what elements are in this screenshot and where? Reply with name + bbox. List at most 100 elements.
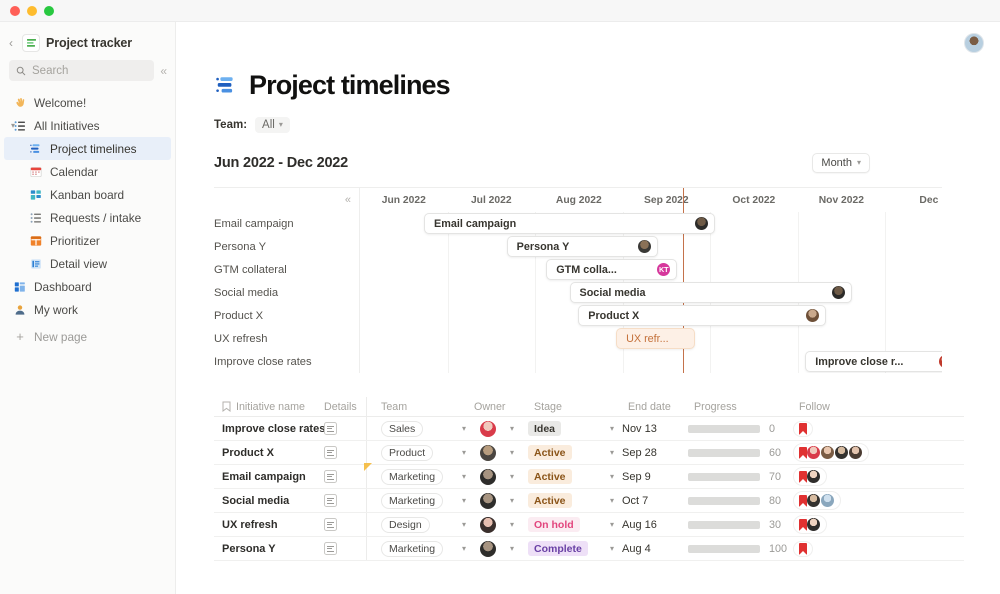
follow-group[interactable] (793, 443, 869, 462)
gantt-bar-avatar[interactable] (938, 354, 942, 369)
team-dropdown-caret[interactable]: ▾ (454, 520, 474, 529)
bookmark-icon[interactable] (799, 446, 807, 459)
owner-avatar[interactable] (480, 444, 496, 461)
collapse-gantt-labels-button[interactable]: « (345, 194, 351, 206)
column-header-team[interactable]: Team (366, 397, 454, 416)
bookmark-icon[interactable] (799, 422, 807, 435)
owner-avatar[interactable] (480, 420, 496, 437)
gantt-bar-avatar[interactable] (804, 308, 820, 323)
cell-owner[interactable] (474, 492, 502, 509)
gantt-bar[interactable]: Product X (578, 305, 826, 326)
owner-dropdown-caret[interactable]: ▾ (502, 544, 522, 553)
follow-group[interactable] (793, 420, 813, 437)
cell-initiative-name[interactable]: Persona Y (214, 543, 324, 555)
sidebar-item-detail-view[interactable]: Detail view (4, 252, 171, 275)
cell-follow[interactable] (793, 491, 883, 510)
gantt-bar-avatar[interactable]: KT (656, 262, 672, 277)
sidebar-item-new-page[interactable]: + New page (4, 325, 171, 348)
stage-dropdown-caret[interactable]: ▾ (602, 472, 622, 481)
stage-dropdown-caret[interactable]: ▾ (602, 448, 622, 457)
details-icon[interactable] (324, 494, 337, 507)
team-filter-select[interactable]: All ▾ (255, 117, 290, 133)
team-dropdown-caret[interactable]: ▾ (454, 496, 474, 505)
stage-dropdown-caret[interactable]: ▾ (602, 520, 622, 529)
workspace-header[interactable]: ‹ Project tracker (0, 28, 175, 60)
table-row[interactable]: UX refresh Design ▾ ▾ On hold ▾ Aug 16 30 (214, 513, 964, 537)
gantt-bar-avatar[interactable] (694, 216, 710, 231)
cell-details[interactable] (324, 470, 366, 483)
sidebar-item-requests-intake[interactable]: Requests / intake (4, 206, 171, 229)
follower-avatar[interactable] (806, 493, 821, 508)
table-row[interactable]: Product X Product ▾ ▾ Active ▾ Sep 28 60 (214, 441, 964, 465)
cell-owner[interactable] (474, 516, 502, 533)
column-header-progress[interactable]: Progress (694, 401, 799, 413)
cell-follow[interactable] (793, 515, 883, 534)
details-icon[interactable] (324, 542, 337, 555)
back-chevron-icon[interactable]: ‹ (6, 36, 16, 50)
cell-details[interactable] (324, 542, 366, 555)
sidebar-item-calendar[interactable]: Calendar (4, 160, 171, 183)
bookmark-icon[interactable] (799, 542, 807, 555)
cell-owner[interactable] (474, 540, 502, 557)
bookmark-icon[interactable] (799, 470, 807, 483)
cell-team[interactable]: Marketing (366, 465, 454, 488)
cell-end-date[interactable]: Sep 9 (622, 471, 688, 483)
stage-dropdown-caret[interactable]: ▾ (602, 496, 622, 505)
cell-stage[interactable]: Active (522, 445, 602, 460)
column-header-details[interactable]: Details (324, 401, 366, 413)
owner-avatar[interactable] (480, 516, 496, 533)
cell-end-date[interactable]: Aug 4 (622, 543, 688, 555)
team-dropdown-caret[interactable]: ▾ (454, 448, 474, 457)
cell-progress[interactable]: 60 (688, 447, 793, 459)
cell-owner[interactable] (474, 420, 502, 437)
gantt-bar[interactable]: Social media (569, 282, 852, 303)
gantt-bar[interactable]: UX refr... (616, 328, 695, 349)
chevron-down-icon[interactable]: ▾ (8, 121, 18, 130)
column-header-stage[interactable]: Stage (528, 401, 608, 413)
cell-details[interactable] (324, 518, 366, 531)
stage-dropdown-caret[interactable]: ▾ (602, 544, 622, 553)
owner-dropdown-caret[interactable]: ▾ (502, 472, 522, 481)
cell-initiative-name[interactable]: Social media (214, 495, 324, 507)
cell-details[interactable] (324, 446, 366, 459)
cell-stage[interactable]: Complete (522, 541, 602, 556)
column-header-follow[interactable]: Follow (799, 401, 889, 413)
column-header-end-date[interactable]: End date (628, 401, 694, 413)
sidebar-item-my-work[interactable]: My work (4, 298, 171, 321)
bookmark-icon[interactable] (799, 494, 807, 507)
sidebar-item-dashboard[interactable]: Dashboard (4, 275, 171, 298)
cell-owner[interactable] (474, 468, 502, 485)
cell-details[interactable] (324, 422, 366, 435)
cell-owner[interactable] (474, 444, 502, 461)
gantt-bar[interactable]: Improve close r... (805, 351, 942, 372)
column-header-initiative-name[interactable]: Initiative name (214, 401, 324, 413)
cell-progress[interactable]: 100 (688, 543, 793, 555)
follow-group[interactable] (793, 515, 827, 534)
owner-dropdown-caret[interactable]: ▾ (502, 424, 522, 433)
minimize-window-button[interactable] (27, 5, 37, 16)
cell-initiative-name[interactable]: UX refresh (214, 519, 324, 531)
cell-end-date[interactable]: Nov 13 (622, 423, 688, 435)
owner-dropdown-caret[interactable]: ▾ (502, 520, 522, 529)
follower-avatar[interactable] (806, 469, 821, 484)
gantt-bar[interactable]: GTM colla... KT (546, 259, 678, 280)
owner-avatar[interactable] (480, 540, 496, 557)
cell-stage[interactable]: Active (522, 469, 602, 484)
bookmark-icon[interactable] (799, 518, 807, 531)
cell-follow[interactable] (793, 467, 883, 486)
cell-initiative-name[interactable]: Improve close rates (214, 423, 325, 435)
cell-end-date[interactable]: Aug 16 (622, 519, 688, 531)
sidebar-item-welcome[interactable]: Welcome! (4, 91, 171, 114)
sidebar-item-prioritizer[interactable]: Prioritizer (4, 229, 171, 252)
user-avatar[interactable] (964, 33, 984, 53)
follow-group[interactable] (793, 540, 813, 557)
follower-avatar[interactable] (820, 493, 835, 508)
cell-progress[interactable]: 30 (688, 519, 793, 531)
follow-group[interactable] (793, 467, 827, 486)
cell-progress[interactable]: 0 (688, 423, 793, 435)
details-icon[interactable] (324, 470, 337, 483)
maximize-window-button[interactable] (44, 5, 54, 16)
cell-stage[interactable]: Active (522, 493, 602, 508)
cell-details[interactable] (324, 494, 366, 507)
search-input[interactable]: Search (9, 60, 155, 81)
